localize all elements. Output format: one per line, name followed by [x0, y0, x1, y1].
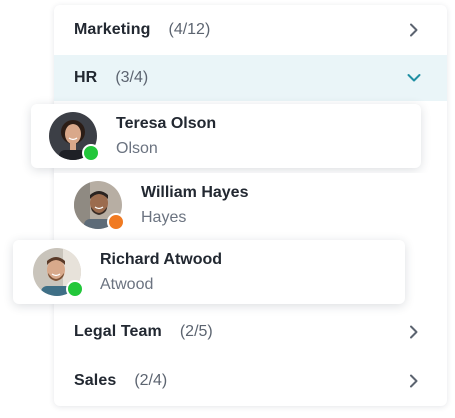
group-hr[interactable]: HR (3/4)	[54, 55, 447, 101]
member-name: William Hayes	[141, 183, 249, 201]
member-row-william-hayes[interactable]: William Hayes Hayes	[54, 173, 447, 237]
member-subtitle: Hayes	[141, 208, 187, 226]
status-away-indicator	[107, 213, 125, 231]
member-subtitle: Atwood	[100, 275, 154, 293]
group-count: (2/4)	[134, 372, 168, 389]
member-card-teresa-olson[interactable]: Teresa Olson Olson	[31, 104, 421, 168]
group-marketing[interactable]: Marketing (4/12)	[54, 7, 447, 53]
group-name: Marketing	[74, 21, 151, 38]
status-online-indicator	[66, 280, 84, 298]
chevron-right-icon	[407, 374, 421, 388]
member-card-richard-atwood[interactable]: Richard Atwood Atwood	[13, 240, 405, 304]
group-count: (4/12)	[168, 21, 211, 38]
group-count: (2/5)	[179, 323, 213, 340]
group-name: Sales	[74, 372, 117, 389]
team-directory: Marketing (4/12) HR (3/4) Teresa Olson O…	[0, 0, 455, 418]
group-name: HR	[74, 69, 98, 86]
member-subtitle: Olson	[116, 139, 158, 157]
chevron-down-icon	[407, 71, 421, 85]
avatar	[33, 248, 84, 298]
avatar	[49, 112, 100, 162]
group-count: (3/4)	[115, 69, 149, 86]
group-sales[interactable]: Sales (2/4)	[54, 358, 447, 404]
chevron-right-icon	[407, 325, 421, 339]
group-name: Legal Team	[74, 323, 162, 340]
member-name: Teresa Olson	[116, 114, 217, 132]
avatar	[74, 181, 125, 231]
member-name: Richard Atwood	[100, 250, 223, 268]
chevron-right-icon	[407, 23, 421, 37]
group-legal-team[interactable]: Legal Team (2/5)	[54, 309, 447, 355]
status-online-indicator	[82, 144, 100, 162]
